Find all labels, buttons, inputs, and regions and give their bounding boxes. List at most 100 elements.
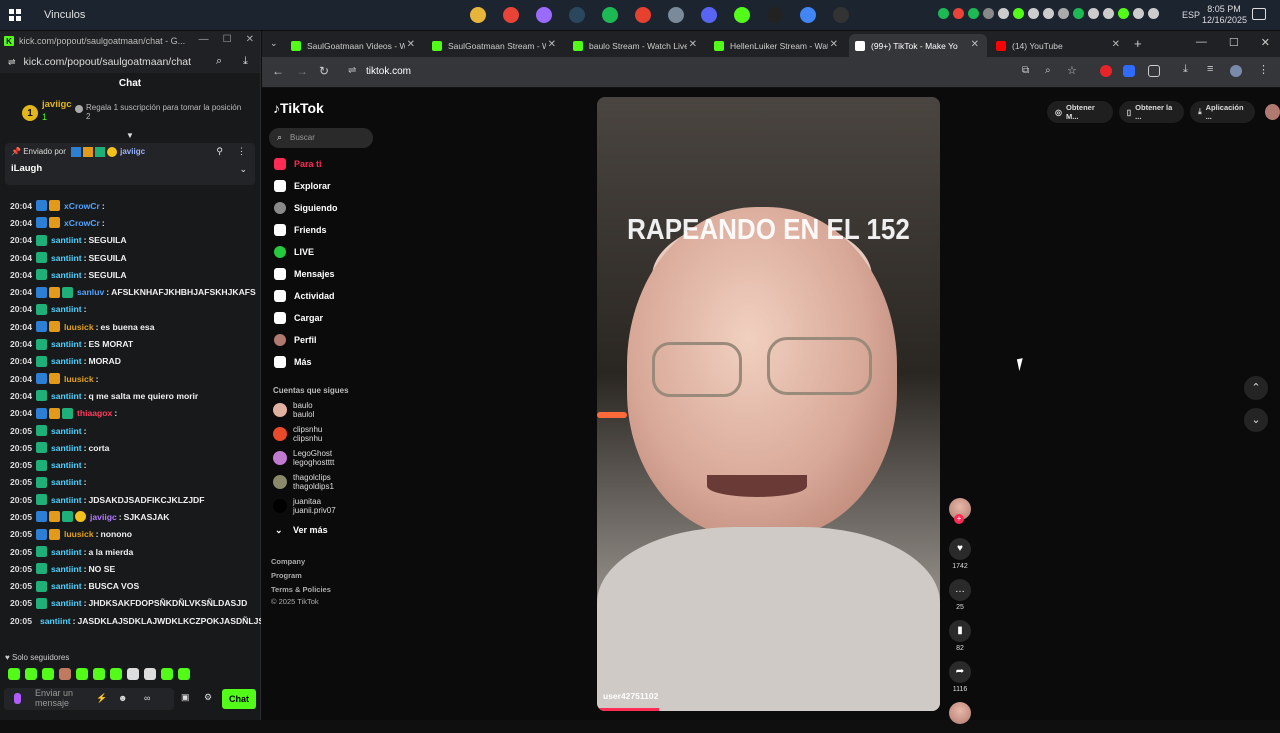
- mic-icon[interactable]: [1043, 8, 1054, 19]
- message-username[interactable]: sanluv: [77, 287, 104, 297]
- windows-start-button[interactable]: [0, 0, 30, 30]
- message-username[interactable]: santiint: [51, 339, 82, 349]
- minimize-icon[interactable]: —: [199, 34, 209, 45]
- tray-app-icon[interactable]: [1118, 8, 1129, 19]
- nav-item-mensajes[interactable]: Mensajes: [274, 263, 338, 285]
- message-username[interactable]: javiigc: [90, 512, 117, 522]
- chat-message[interactable]: 20:05 luusick: nonono: [0, 526, 261, 543]
- message-username[interactable]: luusick: [64, 374, 94, 384]
- message-username[interactable]: santiint: [51, 581, 82, 591]
- message-username[interactable]: santiint: [51, 598, 82, 608]
- bookmark-star-icon[interactable]: ☆: [1067, 64, 1077, 77]
- footer-program[interactable]: Program: [271, 571, 302, 580]
- browser-tab[interactable]: HellenLuiker Stream - Wat ✕: [708, 34, 846, 57]
- chat-message[interactable]: 20:05 santiint: JDSAKDJSADFIKCJKLZJDF: [0, 491, 261, 508]
- emote-icon[interactable]: [110, 668, 122, 680]
- tray-app-icon[interactable]: [1058, 8, 1069, 19]
- chat-message[interactable]: 20:05 santiint: JASDKLAJSDKLAJWDKLKCZPOKJ…: [0, 612, 261, 629]
- like-button[interactable]: ♥ 1742: [948, 538, 972, 570]
- footer-company[interactable]: Company: [271, 557, 305, 566]
- discord-icon[interactable]: [697, 3, 721, 27]
- sub-leaderboard[interactable]: 1 javiigc 1 Regala 1 suscripción para to…: [0, 95, 260, 131]
- emote-icon[interactable]: [8, 668, 20, 680]
- unpin-icon[interactable]: ⚲: [216, 146, 223, 157]
- share-button[interactable]: ➦ 1116: [948, 661, 972, 693]
- following-account[interactable]: clipsnhu clipsnhu: [273, 425, 322, 443]
- following-account[interactable]: thagolclips thagoldips1: [273, 473, 334, 491]
- download-icon[interactable]: ⤓: [1183, 63, 1195, 75]
- kick-window-titlebar[interactable]: K kick.com/popout/saulgoatmaan/chat - G.…: [0, 31, 260, 51]
- spotify-icon[interactable]: [598, 3, 622, 27]
- chat-message[interactable]: 20:04 santiint: SEGUILA: [0, 266, 261, 283]
- extensions-puzzle-icon[interactable]: [1148, 65, 1160, 77]
- chat-message[interactable]: 20:04 thiaagox:: [0, 405, 261, 422]
- input-language[interactable]: ESP: [1182, 10, 1200, 20]
- profile-avatar[interactable]: [1230, 65, 1242, 77]
- nav-item-live[interactable]: LIVE: [274, 241, 338, 263]
- see-more-button[interactable]: ⌄ Ver más: [275, 525, 328, 536]
- emote-icon[interactable]: [25, 668, 37, 680]
- chat-message-list[interactable]: 20:04 xCrowCr: 20:04 xCrowCr: 20:04 santiin…: [0, 197, 261, 665]
- message-username[interactable]: santiint: [51, 304, 82, 314]
- emote-icon[interactable]: [127, 668, 139, 680]
- steam-icon[interactable]: [565, 3, 589, 27]
- following-account[interactable]: baulo baulol: [273, 401, 314, 419]
- emote-icon[interactable]: [144, 668, 156, 680]
- close-icon[interactable]: ✕: [246, 34, 254, 45]
- chat-message[interactable]: 20:05 santiint:: [0, 456, 261, 473]
- video-username[interactable]: user42751102: [603, 691, 658, 701]
- close-tab-icon[interactable]: ✕: [548, 39, 556, 50]
- chevron-down-icon[interactable]: ⌄: [239, 164, 247, 175]
- notification-center-icon[interactable]: [1252, 8, 1266, 20]
- send-chat-button[interactable]: Chat: [222, 689, 256, 709]
- nav-item-explorar[interactable]: Explorar: [274, 175, 338, 197]
- message-username[interactable]: santiint: [40, 616, 71, 626]
- calendar-icon[interactable]: [631, 3, 655, 27]
- message-username[interactable]: santiint: [51, 495, 82, 505]
- chat-message[interactable]: 20:04 xCrowCr:: [0, 214, 261, 231]
- tray-app-icon[interactable]: [1073, 8, 1084, 19]
- message-username[interactable]: xCrowCr: [64, 201, 100, 211]
- message-username[interactable]: thiaagox: [77, 408, 112, 418]
- chat-message[interactable]: 20:04 santiint:: [0, 301, 261, 318]
- store-icon[interactable]: ▣: [181, 692, 190, 703]
- heart-icon[interactable]: ♥: [949, 538, 971, 560]
- site-info-icon[interactable]: ⇌: [8, 57, 16, 68]
- message-username[interactable]: santiint: [51, 270, 82, 280]
- chevron-down-icon[interactable]: ▼: [0, 131, 260, 141]
- copilot-icon[interactable]: [532, 3, 556, 27]
- desktop-app-button[interactable]: ⤓ Aplicación ...: [1190, 101, 1256, 123]
- get-coins-button[interactable]: ◎ Obtener M...: [1047, 101, 1113, 123]
- more-options-icon[interactable]: ⋮: [237, 146, 246, 157]
- emote-icon[interactable]: [59, 668, 71, 680]
- nav-item-perfil[interactable]: Perfil: [274, 329, 338, 351]
- tray-app-icon[interactable]: [1103, 8, 1114, 19]
- pinned-message[interactable]: 📌 Enviado por javiigc ⚲ ⋮ iLaugh ⌄: [5, 143, 255, 185]
- music-disc-icon[interactable]: [949, 702, 971, 724]
- chrome-icon[interactable]: [499, 3, 523, 27]
- chat-message[interactable]: 20:05 santiint: NO SE: [0, 560, 261, 577]
- chat-message[interactable]: 20:04 xCrowCr:: [0, 197, 261, 214]
- chat-message[interactable]: 20:05 santiint: corta: [0, 439, 261, 456]
- chat-message[interactable]: 20:04 santiint: SEGUILA: [0, 232, 261, 249]
- chat-message[interactable]: 20:05 javiigc: SJKASJAK: [0, 508, 261, 525]
- browser-menu-icon[interactable]: ⋮: [1258, 63, 1270, 76]
- wifi-icon[interactable]: [1148, 8, 1159, 19]
- smiley-icon[interactable]: ☻: [118, 693, 127, 703]
- clock[interactable]: 8:05 PM 12/16/2025: [1202, 4, 1247, 26]
- share-icon[interactable]: ➦: [949, 661, 971, 683]
- gear-icon[interactable]: ⚙: [204, 692, 212, 703]
- tab-search-icon[interactable]: ⌄: [270, 38, 278, 49]
- kick-icon[interactable]: [730, 3, 754, 27]
- reading-list-icon[interactable]: ≡: [1207, 63, 1219, 75]
- user-avatar[interactable]: [1265, 104, 1280, 120]
- site-info-icon[interactable]: ⇌: [348, 65, 356, 76]
- message-username[interactable]: santiint: [51, 564, 82, 574]
- emote-icon[interactable]: [42, 668, 54, 680]
- chrome-icon-active[interactable]: [796, 3, 820, 27]
- chat-message[interactable]: 20:05 santiint: a la mierda: [0, 543, 261, 560]
- browser-tab[interactable]: (14) YouTube ✕: [990, 34, 1128, 57]
- chat-message[interactable]: 20:04 santiint: MORAD: [0, 353, 261, 370]
- display-icon[interactable]: [1133, 8, 1144, 19]
- search-icon[interactable]: ⌕: [216, 55, 222, 68]
